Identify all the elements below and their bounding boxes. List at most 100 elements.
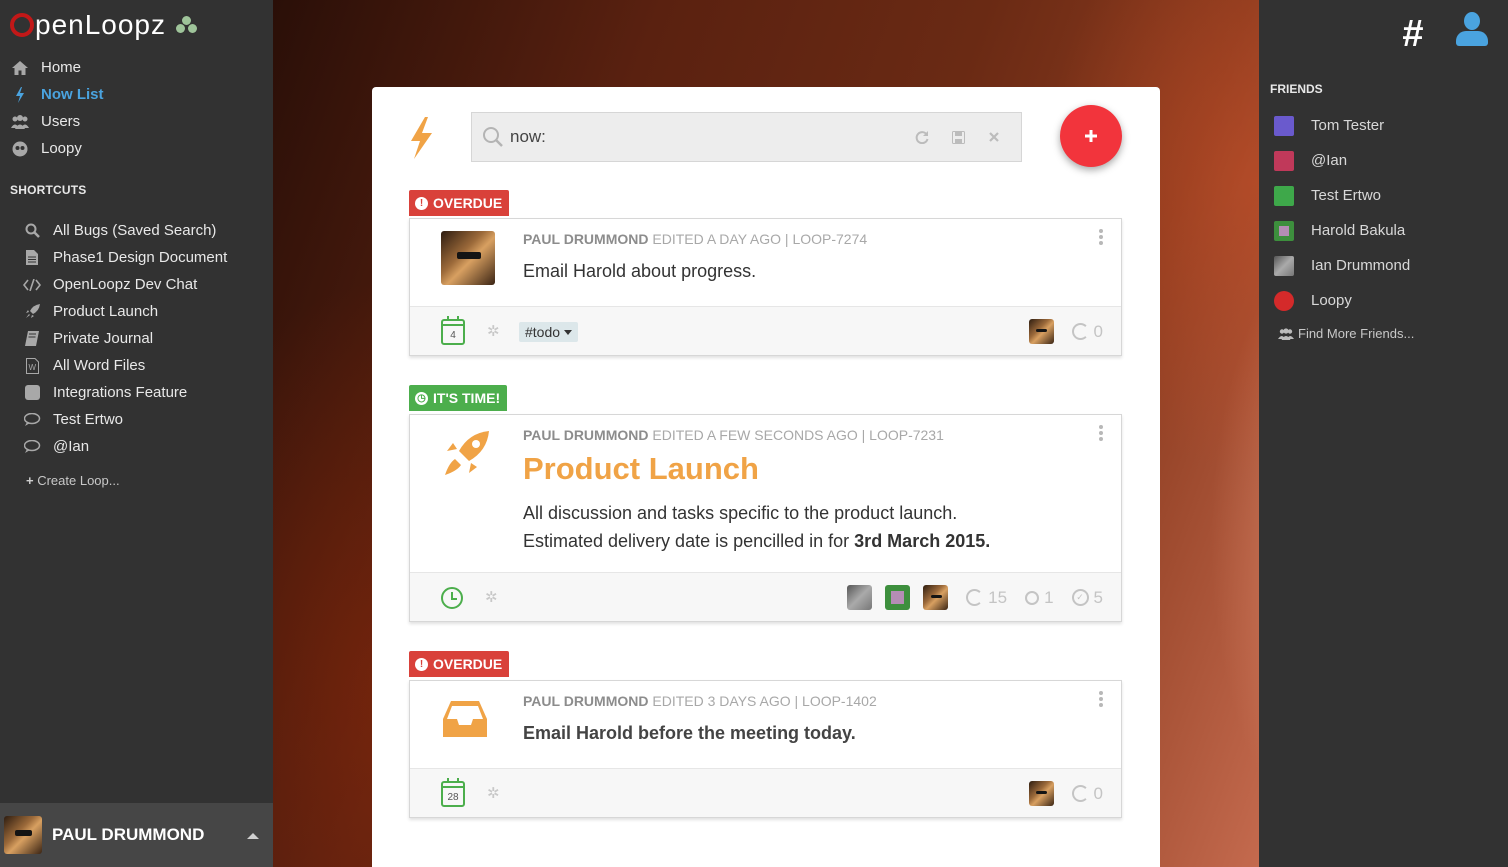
loop-card[interactable]: PAUL DRUMMOND EDITED 3 DAYS AGO | LOOP-1…: [409, 680, 1122, 818]
shortcut-word-files[interactable]: W All Word Files: [0, 352, 273, 379]
shortcut-label: Integrations Feature: [53, 384, 188, 401]
home-icon: [11, 60, 29, 76]
close-icon[interactable]: [985, 128, 1003, 146]
loop-id[interactable]: LOOP-1402: [802, 693, 877, 709]
loop-card[interactable]: PAUL DRUMMOND EDITED A FEW SECONDS AGO |…: [409, 414, 1122, 622]
loop-author[interactable]: PAUL DRUMMOND: [523, 427, 648, 443]
chevron-down-icon: [564, 329, 573, 335]
loop-edited: EDITED 3 DAYS AGO: [652, 693, 791, 709]
plus-icon: [1085, 130, 1097, 142]
check-circle-icon: ✓: [1071, 589, 1089, 606]
shortcut-integrations[interactable]: Integrations Feature: [0, 379, 273, 406]
caret-up-icon[interactable]: [247, 833, 259, 839]
description-punctuation: .: [985, 531, 991, 551]
nav-label: Loopy: [41, 140, 82, 157]
nav-item-now-list[interactable]: Now List: [0, 81, 273, 108]
search-input[interactable]: now:: [510, 127, 913, 147]
friends-list: Tom Tester @Ian Test Ertwo Harold Bakula…: [1259, 108, 1508, 318]
clock-icon[interactable]: [441, 587, 463, 609]
shortcuts-list: All Bugs (Saved Search) Phase1 Design Do…: [0, 217, 273, 460]
search-bar[interactable]: now:: [471, 112, 1022, 162]
shortcut-ian[interactable]: @Ian: [0, 433, 273, 460]
loop-id[interactable]: LOOP-7274: [792, 231, 867, 247]
badge-label: OVERDUE: [433, 656, 503, 672]
rocket-icon: [23, 304, 41, 320]
current-user-bar[interactable]: PAUL DRUMMOND: [0, 803, 273, 867]
shortcut-all-bugs[interactable]: All Bugs (Saved Search): [0, 217, 273, 244]
friend-item[interactable]: @Ian: [1259, 143, 1508, 178]
calendar-icon[interactable]: 28: [441, 778, 465, 807]
friend-name: @Ian: [1311, 152, 1348, 169]
users-icon: [1278, 327, 1294, 340]
tag-dropdown[interactable]: #todo: [519, 322, 579, 342]
avatar[interactable]: [1028, 781, 1054, 806]
progress-icon: [1071, 785, 1089, 802]
more-options-icon[interactable]: [1099, 425, 1103, 443]
loop-card[interactable]: PAUL DRUMMOND EDITED A DAY AGO | LOOP-72…: [409, 218, 1122, 356]
more-options-icon[interactable]: [1099, 691, 1103, 709]
avatar[interactable]: [1028, 319, 1054, 344]
shortcut-phase1-design[interactable]: Phase1 Design Document: [0, 244, 273, 271]
save-icon[interactable]: [949, 128, 967, 146]
loop-author[interactable]: PAUL DRUMMOND: [523, 693, 648, 709]
loop-footer: 28 ✲ 0: [410, 768, 1121, 817]
rocket-icon: [445, 431, 489, 475]
stat-count: 15: [988, 587, 1008, 607]
left-sidebar: penLoopz Home Now List Users Loopy SHORT…: [0, 0, 273, 867]
progress-icon: [966, 589, 984, 606]
alert-icon: !: [415, 657, 428, 671]
friend-item[interactable]: Tom Tester: [1259, 108, 1508, 143]
loop-meta: PAUL DRUMMOND EDITED A DAY AGO | LOOP-72…: [523, 231, 868, 247]
find-more-friends-link[interactable]: Find More Friends...: [1278, 326, 1414, 341]
gear-icon[interactable]: ✲: [485, 590, 499, 605]
calendar-day: 4: [450, 330, 456, 341]
user-profile-icon[interactable]: [1455, 12, 1489, 48]
nav-item-loopy[interactable]: Loopy: [0, 135, 273, 162]
loop-text: Email Harold about progress.: [523, 261, 757, 281]
loop-id[interactable]: LOOP-7231: [869, 427, 944, 443]
friend-name: Harold Bakula: [1311, 222, 1406, 239]
friend-item[interactable]: Test Ertwo: [1259, 178, 1508, 213]
gear-icon[interactable]: ✲: [487, 786, 501, 801]
friend-item[interactable]: Harold Bakula: [1259, 213, 1508, 248]
avatar: [1274, 115, 1294, 136]
avatar[interactable]: [847, 585, 873, 610]
loop-meta: PAUL DRUMMOND EDITED 3 DAYS AGO | LOOP-1…: [523, 693, 877, 709]
tag-label: #todo: [525, 324, 561, 340]
refresh-icon[interactable]: [913, 128, 931, 146]
square-icon: [23, 385, 41, 401]
more-options-icon[interactable]: [1099, 229, 1103, 247]
clover-icon: [176, 16, 198, 34]
shortcut-label: All Bugs (Saved Search): [53, 222, 217, 239]
hashtag-icon[interactable]: #: [1395, 15, 1431, 53]
add-loop-button[interactable]: [1060, 105, 1122, 167]
create-loop-label: Create Loop...: [37, 473, 120, 488]
shortcut-test-ertwo[interactable]: Test Ertwo: [0, 406, 273, 433]
calendar-icon[interactable]: 4: [441, 316, 465, 345]
chat-icon: [23, 412, 41, 428]
loop-footer: ✲ 15 1 ✓ 5: [410, 572, 1121, 621]
loop-author[interactable]: PAUL DRUMMOND: [523, 231, 648, 247]
gear-icon[interactable]: ✲: [487, 324, 501, 339]
friend-item[interactable]: Ian Drummond: [1259, 248, 1508, 283]
avatar: [1274, 255, 1294, 276]
loopy-icon: [11, 141, 29, 157]
description-line: All discussion and tasks specific to the…: [523, 503, 958, 523]
nav-item-users[interactable]: Users: [0, 108, 273, 135]
app-logo[interactable]: penLoopz: [10, 8, 198, 42]
friend-item[interactable]: Loopy: [1259, 283, 1508, 318]
avatar[interactable]: [885, 585, 911, 610]
nav-item-home[interactable]: Home: [0, 54, 273, 81]
avatar: [1274, 150, 1294, 171]
inbox-icon: [443, 701, 487, 737]
shortcut-label: OpenLoopz Dev Chat: [53, 276, 198, 293]
avatar[interactable]: [923, 585, 949, 610]
find-more-label: Find More Friends...: [1298, 326, 1415, 341]
loop-title[interactable]: Product Launch: [523, 451, 759, 487]
shortcut-private-journal[interactable]: Private Journal: [0, 325, 273, 352]
create-loop-link[interactable]: + Create Loop...: [26, 473, 120, 488]
badge-label: OVERDUE: [433, 195, 503, 211]
friend-name: Loopy: [1311, 292, 1352, 309]
shortcut-dev-chat[interactable]: OpenLoopz Dev Chat: [0, 271, 273, 298]
shortcut-product-launch[interactable]: Product Launch: [0, 298, 273, 325]
